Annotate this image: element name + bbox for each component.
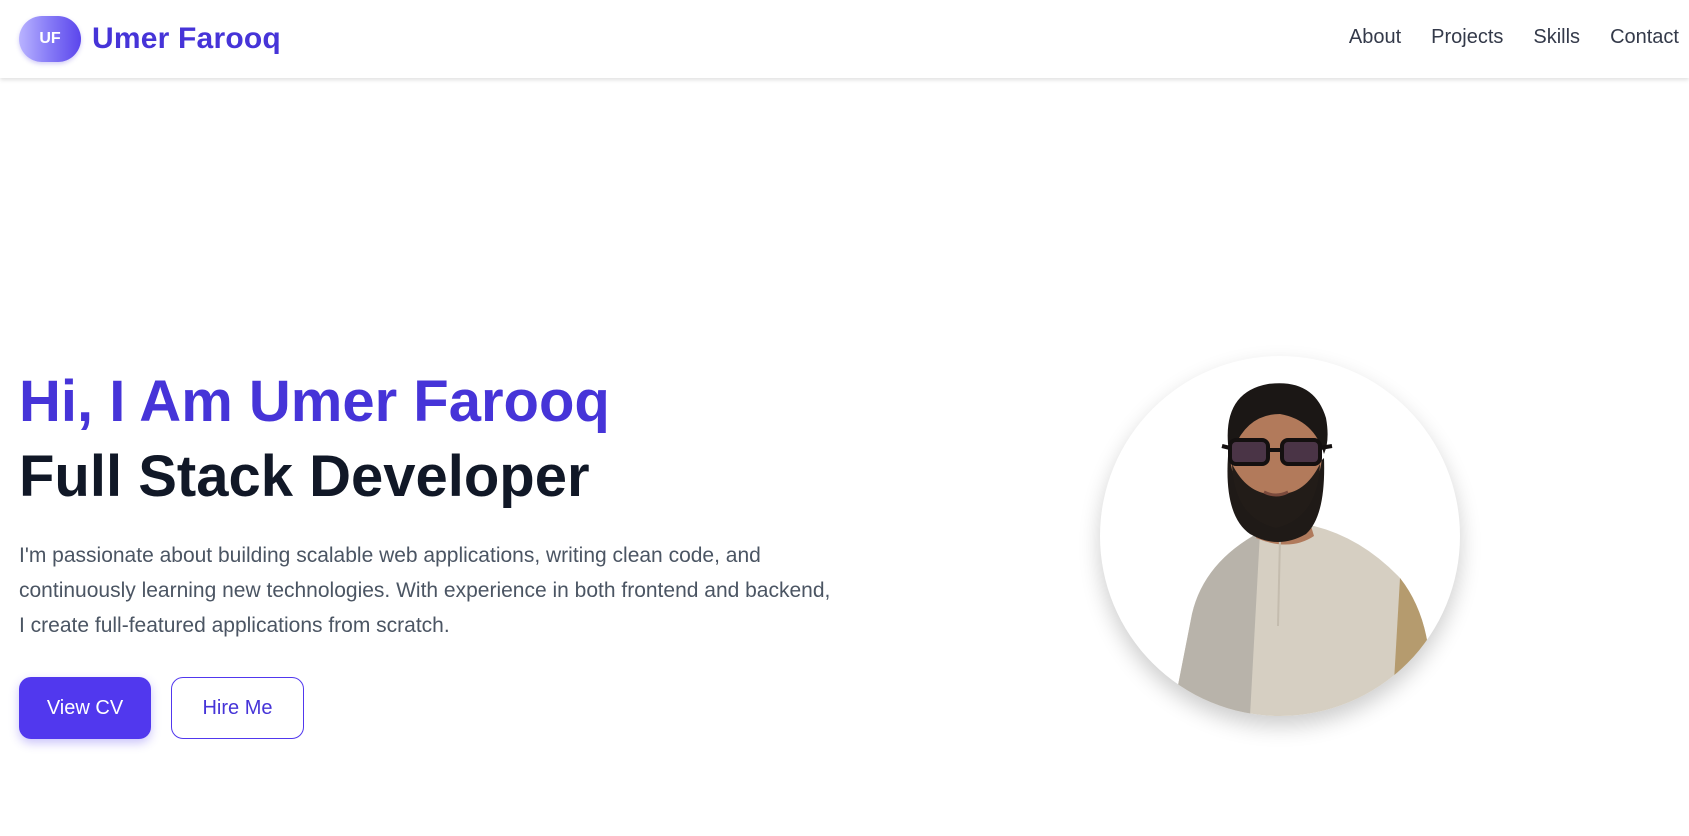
profile-photo	[1100, 356, 1460, 716]
hero-role: Full Stack Developer	[19, 444, 590, 509]
brand-name: Umer Farooq	[92, 22, 281, 55]
nav-link-contact[interactable]: Contact	[1610, 26, 1679, 49]
profile-photo-icon	[1172, 383, 1428, 716]
logo-initials: UF	[39, 30, 61, 47]
cta-buttons: View CV Hire Me	[19, 677, 879, 739]
nav-link-projects[interactable]: Projects	[1431, 26, 1503, 49]
hero-description: I'm passionate about building scalable w…	[19, 544, 831, 637]
navbar: UF Umer Farooq About Projects Skills Con…	[0, 0, 1689, 78]
view-cv-button[interactable]: View CV	[19, 677, 151, 739]
nav-link-skills[interactable]: Skills	[1533, 26, 1580, 49]
hero-section: Hi, I Am Umer Farooq Full Stack Develope…	[19, 366, 879, 739]
logo-badge: UF	[19, 16, 81, 62]
nav-link-about[interactable]: About	[1349, 26, 1401, 49]
brand-logo-link[interactable]: UF Umer Farooq	[19, 16, 281, 62]
hire-me-button[interactable]: Hire Me	[171, 677, 304, 739]
nav-menu: About Projects Skills Contact	[1349, 26, 1679, 49]
hero-greeting: Hi, I Am Umer Farooq	[19, 369, 610, 434]
